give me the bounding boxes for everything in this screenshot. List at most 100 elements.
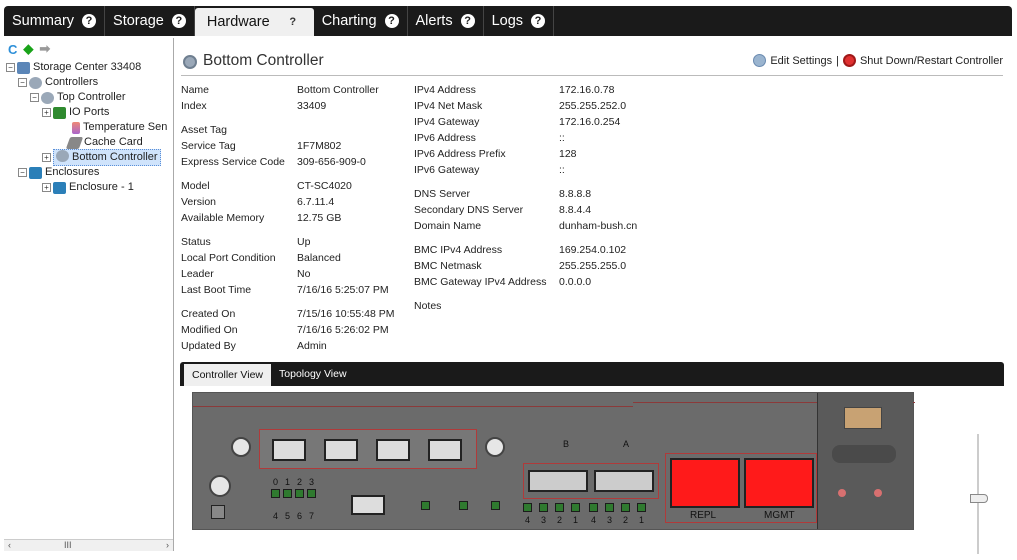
power-led bbox=[838, 489, 846, 497]
tree-item-enclosures[interactable]: − Enclosures bbox=[6, 165, 172, 180]
back-arrow-icon[interactable]: ◆ bbox=[23, 41, 33, 57]
expand-icon[interactable]: + bbox=[42, 108, 51, 117]
prop-value: 7/15/16 10:55:48 PM bbox=[297, 308, 395, 320]
collapse-icon[interactable]: − bbox=[30, 93, 39, 102]
led-label: 2 bbox=[557, 515, 563, 525]
collapse-icon[interactable]: − bbox=[18, 78, 27, 87]
tab-alerts[interactable]: Alerts? bbox=[408, 6, 484, 36]
status-led bbox=[307, 489, 316, 498]
tree-item-enclosure-1[interactable]: + Enclosure - 1 bbox=[6, 180, 172, 195]
expand-icon[interactable]: + bbox=[42, 183, 51, 192]
fc-port[interactable] bbox=[376, 439, 410, 461]
prop-row: Updated By Admin bbox=[181, 338, 401, 354]
status-led bbox=[637, 503, 646, 512]
tree-item-controllers[interactable]: − Controllers bbox=[6, 75, 172, 90]
view-tab-bar: Controller View Topology View bbox=[180, 362, 1004, 386]
prop-row: Name Bottom Controller bbox=[181, 82, 401, 98]
edit-settings-link[interactable]: Edit Settings bbox=[770, 55, 832, 67]
mgmt-label: MGMT bbox=[764, 510, 795, 521]
detail-header: Bottom Controller Edit Settings | Shut D… bbox=[181, 50, 1003, 76]
tree-item-bottom-controller[interactable]: + Bottom Controller bbox=[6, 149, 172, 166]
tab-storage[interactable]: Storage? bbox=[105, 6, 195, 36]
prop-value: 172.16.0.78 bbox=[559, 84, 615, 96]
prop-row: Version 6.7.11.4 bbox=[181, 194, 401, 210]
tree-item-cache-card[interactable]: Cache Card bbox=[6, 135, 172, 150]
prop-label: BMC Netmask bbox=[414, 260, 482, 272]
tab-hardware[interactable]: Hardware? bbox=[194, 8, 314, 36]
help-icon[interactable]: ? bbox=[531, 14, 546, 28]
help-icon[interactable]: ? bbox=[384, 14, 399, 28]
led-label: 4 bbox=[591, 515, 597, 525]
label-plate bbox=[211, 505, 225, 519]
fc-port[interactable] bbox=[428, 439, 462, 461]
fc-port[interactable] bbox=[324, 439, 358, 461]
usb-port[interactable] bbox=[351, 495, 385, 515]
selected-item[interactable]: Bottom Controller bbox=[53, 149, 161, 166]
prop-label: Updated By bbox=[181, 340, 236, 352]
prop-label: Express Service Code bbox=[181, 156, 285, 168]
sas-port[interactable] bbox=[528, 470, 588, 492]
prop-value: 6.7.11.4 bbox=[297, 196, 335, 208]
prop-label: Created On bbox=[181, 308, 236, 320]
tree-item-label: Controllers bbox=[45, 76, 99, 88]
controller-gear-icon bbox=[183, 55, 197, 69]
port-label: 5 bbox=[285, 511, 291, 521]
sas-port[interactable] bbox=[594, 470, 654, 492]
prop-row: IPv6 Address:: bbox=[414, 130, 714, 146]
tree-item-temperature[interactable]: Temperature Sen bbox=[6, 120, 172, 135]
tree-horizontal-scrollbar[interactable]: ‹ III › bbox=[4, 539, 173, 551]
prop-value: 33409 bbox=[297, 100, 327, 112]
prop-value: Bottom Controller bbox=[297, 84, 379, 96]
reset-knob[interactable] bbox=[209, 475, 231, 497]
tab-logs[interactable]: Logs? bbox=[484, 6, 555, 36]
fault-led bbox=[874, 489, 882, 497]
power-icon[interactable] bbox=[842, 54, 856, 67]
zoom-slider-thumb[interactable] bbox=[970, 494, 988, 503]
expand-icon[interactable]: + bbox=[42, 153, 51, 162]
tab-logs-label: Logs bbox=[491, 13, 524, 29]
scroll-right-icon[interactable]: › bbox=[166, 540, 169, 550]
tab-charting[interactable]: Charting? bbox=[314, 6, 408, 36]
tab-summary[interactable]: Summary? bbox=[4, 6, 106, 36]
help-icon[interactable]: ? bbox=[286, 15, 300, 29]
tab-controller-view[interactable]: Controller View bbox=[184, 364, 272, 386]
scroll-left-icon[interactable]: ‹ bbox=[8, 540, 11, 550]
controllers-icon bbox=[29, 76, 42, 89]
tree-item-storage-center[interactable]: − Storage Center 33408 bbox=[6, 60, 172, 75]
prop-label: BMC Gateway IPv4 Address bbox=[414, 276, 547, 288]
prop-value: CT-SC4020 bbox=[297, 180, 352, 192]
ethernet-port-group: REPL MGMT bbox=[665, 453, 817, 523]
prop-label: Model bbox=[181, 180, 210, 192]
tree-item-io-ports[interactable]: + IO Ports bbox=[6, 105, 172, 120]
mgmt-port[interactable] bbox=[744, 458, 814, 508]
status-led bbox=[621, 503, 630, 512]
tab-topology-view[interactable]: Topology View bbox=[271, 362, 355, 386]
help-icon[interactable]: ? bbox=[82, 14, 97, 28]
main-tab-bar: Summary? Storage? Hardware? Charting? Al… bbox=[0, 0, 1017, 38]
gear-icon bbox=[41, 91, 54, 104]
tree-item-label: Temperature Sen bbox=[83, 121, 168, 133]
status-led bbox=[295, 489, 304, 498]
repl-port[interactable] bbox=[670, 458, 740, 508]
enclosures-icon bbox=[29, 166, 42, 179]
prop-row: Notes bbox=[414, 298, 714, 314]
zoom-slider[interactable] bbox=[970, 434, 988, 560]
shutdown-restart-link[interactable]: Shut Down/Restart Controller bbox=[860, 55, 1003, 67]
help-icon[interactable]: ? bbox=[460, 14, 475, 28]
tree-item-top-controller[interactable]: − Top Controller bbox=[6, 90, 172, 105]
sfp-label: A bbox=[623, 439, 630, 449]
refresh-icon[interactable]: C bbox=[8, 42, 17, 57]
led-label: 3 bbox=[541, 515, 547, 525]
scroll-grip[interactable]: III bbox=[64, 540, 72, 550]
prop-row: Model CT-SC4020 bbox=[181, 178, 401, 194]
fc-port[interactable] bbox=[272, 439, 306, 461]
status-led bbox=[539, 503, 548, 512]
prop-label: Leader bbox=[181, 268, 214, 280]
help-icon[interactable]: ? bbox=[171, 14, 186, 28]
settings-gear-icon[interactable] bbox=[753, 54, 767, 67]
collapse-icon[interactable]: − bbox=[18, 168, 27, 177]
prop-row: IPv4 Gateway 172.16.0.254 bbox=[414, 114, 714, 130]
gear-icon bbox=[56, 150, 69, 162]
forward-arrow-icon[interactable]: ➡ bbox=[39, 41, 50, 57]
collapse-icon[interactable]: − bbox=[6, 63, 15, 72]
